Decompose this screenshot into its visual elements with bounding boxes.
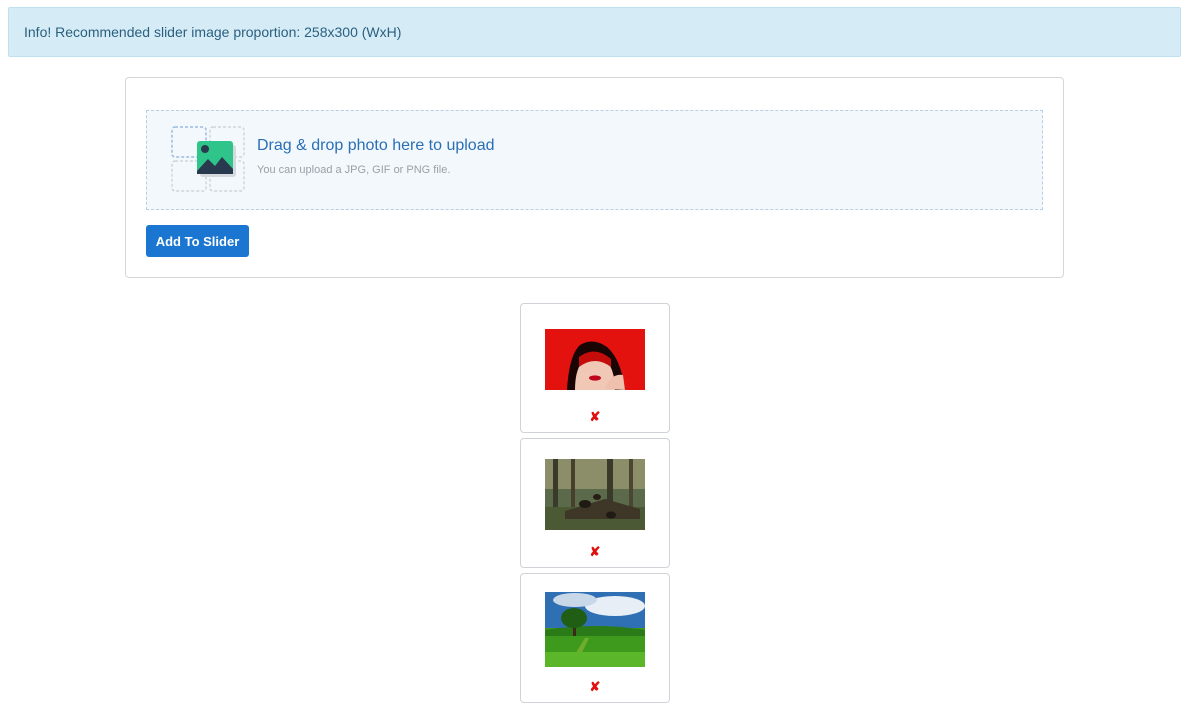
remove-slide-button[interactable]: ✘ [521, 679, 669, 695]
dropzone-subtitle: You can upload a JPG, GIF or PNG file. [257, 164, 451, 176]
photo-dropzone[interactable]: Drag & drop photo here to upload You can… [146, 110, 1043, 210]
dropzone-title: Drag & drop photo here to upload [257, 137, 495, 154]
remove-slide-button[interactable]: ✘ [521, 409, 669, 425]
slide-card: ✘ [520, 438, 670, 568]
remove-slide-button[interactable]: ✘ [521, 544, 669, 560]
image-upload-icon [171, 126, 245, 192]
slide-image [545, 459, 645, 530]
info-alert-text: Info! Recommended slider image proportio… [24, 24, 402, 40]
slide-image [545, 592, 645, 667]
slide-image [545, 329, 645, 390]
info-alert: Info! Recommended slider image proportio… [8, 7, 1181, 57]
slide-card: ✘ [520, 573, 670, 703]
upload-card: Drag & drop photo here to upload You can… [125, 77, 1064, 278]
slider-image-list: ✘ ✘ ✘ [520, 303, 670, 708]
add-to-slider-button[interactable]: Add To Slider [146, 225, 249, 257]
slide-card: ✘ [520, 303, 670, 433]
